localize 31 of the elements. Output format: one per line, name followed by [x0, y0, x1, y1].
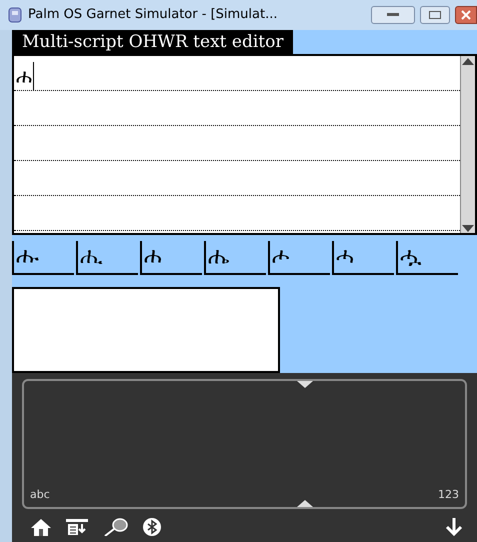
scroll-down-icon [461, 223, 475, 233]
candidate-button[interactable]: ሒ [76, 241, 138, 275]
scrollbar[interactable] [460, 56, 475, 233]
divider-marker-icon [297, 499, 313, 507]
window-title: Palm OS Garnet Simulator - [Simulat... [28, 6, 278, 24]
divider-marker-icon [297, 381, 313, 389]
minimize-button[interactable] [371, 6, 415, 24]
maximize-icon [429, 11, 441, 19]
minimize-icon [387, 13, 399, 17]
bluetooth-icon[interactable] [142, 517, 162, 537]
app-icon [8, 7, 22, 23]
graffiti-area[interactable]: abc 123 [22, 379, 467, 509]
form-title: Multi-script OHWR text editor [12, 30, 294, 54]
candidate-button[interactable]: ሓ [332, 241, 394, 275]
candidate-button[interactable]: ሖ [268, 241, 330, 275]
down-arrow-icon[interactable] [445, 517, 463, 537]
letters-label: abc [30, 486, 50, 502]
candidate-button[interactable]: ሗ [396, 241, 458, 275]
home-icon[interactable] [30, 518, 52, 536]
menu-icon[interactable] [66, 519, 88, 535]
maximize-button[interactable] [420, 6, 450, 24]
close-button[interactable] [455, 6, 477, 24]
editor-text: ሐ [16, 62, 34, 90]
numbers-label: 123 [438, 486, 459, 502]
scroll-up-icon [461, 56, 475, 66]
close-icon [461, 10, 471, 20]
candidate-button[interactable]: ሑ [12, 241, 74, 275]
candidate-button[interactable]: ሔ [204, 241, 266, 275]
search-icon[interactable] [102, 518, 128, 536]
candidate-button[interactable]: ሐ [140, 241, 202, 275]
text-editor[interactable]: ሐ [12, 54, 477, 235]
